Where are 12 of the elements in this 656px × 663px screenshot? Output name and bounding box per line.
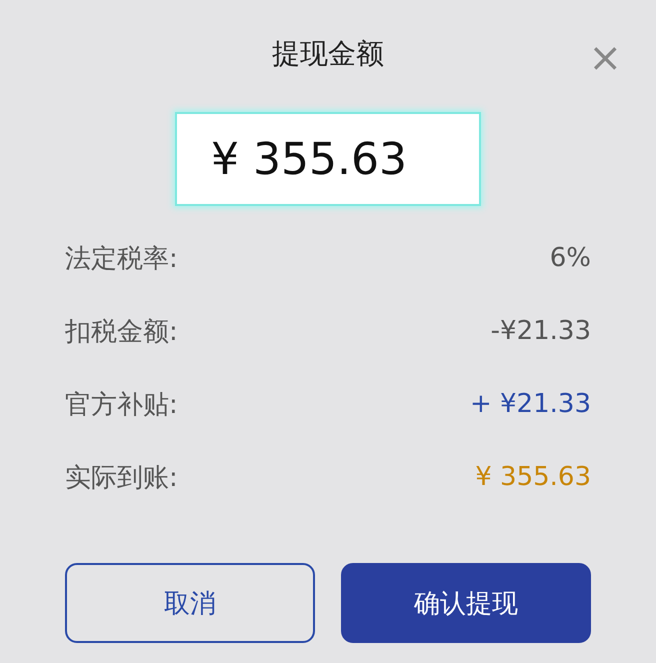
row-label: 扣税金额: xyxy=(65,316,178,348)
cancel-button[interactable]: 取消 xyxy=(65,563,315,643)
row-value: + ¥21.33 xyxy=(470,389,591,419)
dialog-title: 提现金额 xyxy=(271,36,385,72)
row-value: -¥21.33 xyxy=(490,316,591,346)
row-label: 法定税率: xyxy=(65,242,178,276)
confirm-button[interactable]: 确认提现 xyxy=(341,563,591,643)
row-label: 实际到账: xyxy=(65,462,178,494)
row-value: ¥ 355.63 xyxy=(475,462,591,492)
row-value: 6% xyxy=(550,243,591,273)
row-label: 官方补贴: xyxy=(65,388,178,422)
amount-field[interactable]: ¥ 355.63 xyxy=(175,112,481,206)
